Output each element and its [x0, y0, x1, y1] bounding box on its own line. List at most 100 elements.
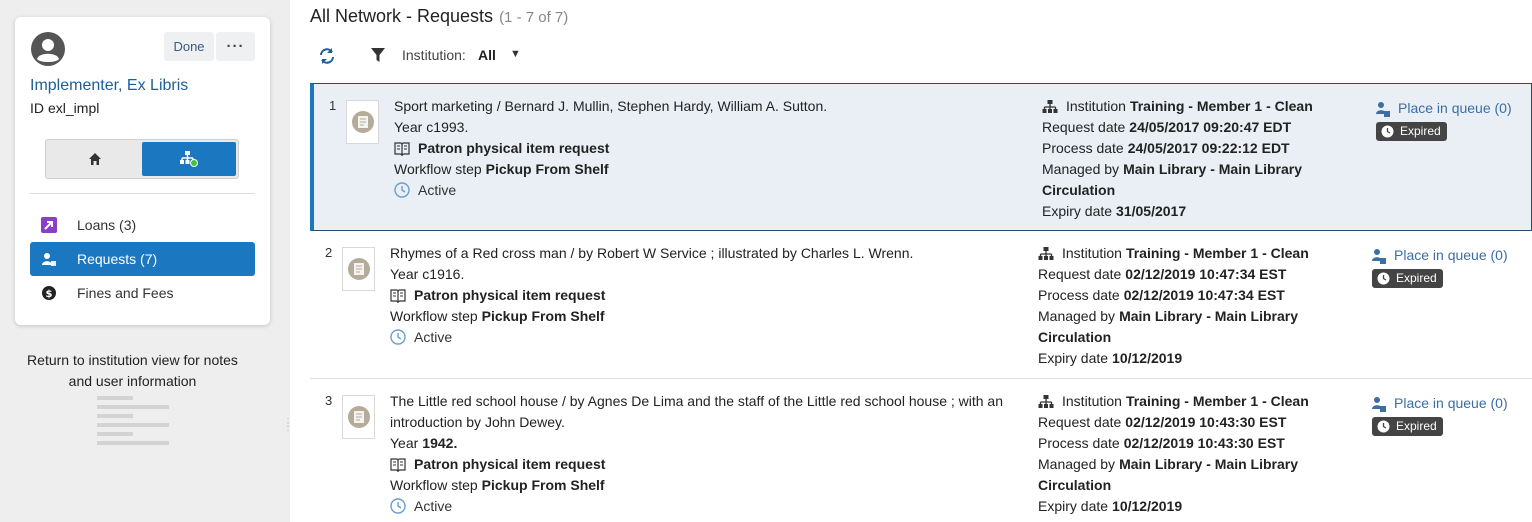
request-details: The Little red school house / by Agnes D… — [390, 391, 1030, 517]
nav-loans[interactable]: Loans (3) — [30, 208, 255, 242]
place-in-queue-link[interactable]: Place in queue (0) — [1372, 393, 1532, 414]
queue-person-icon — [1376, 101, 1390, 117]
chevron-down-icon[interactable]: ▼ — [510, 48, 521, 60]
main-content: All Network - Requests (1 - 7 of 7) Insti… — [290, 0, 1532, 522]
user-id: ID exl_impl — [30, 100, 99, 116]
network-view-button[interactable] — [142, 142, 236, 176]
expired-clock-icon — [1377, 272, 1390, 285]
request-status: Active — [390, 496, 1030, 517]
request-meta: Institution Training - Member 1 - Clean R… — [1038, 391, 1328, 517]
view-toggle — [45, 139, 239, 179]
place-in-queue-link[interactable]: Place in queue (0) — [1376, 98, 1532, 119]
book-thumbnail-icon — [342, 395, 375, 439]
placeholder-lines-icon — [97, 396, 169, 446]
place-in-queue-link[interactable]: Place in queue (0) — [1372, 245, 1532, 266]
process-date: Process date 02/12/2019 10:47:34 EST — [1038, 287, 1285, 303]
process-date: Process date 02/12/2019 10:43:30 EST — [1038, 435, 1285, 451]
row-number: 1 — [329, 98, 337, 113]
request-title[interactable]: Sport marketing / Bernard J. Mullin, Ste… — [394, 96, 1034, 117]
book-icon — [390, 289, 406, 303]
expired-clock-icon — [1381, 125, 1394, 138]
table-row[interactable]: 1 Sport marketing / Bernard J. Mullin, S… — [310, 83, 1532, 231]
table-row[interactable]: 2 Rhymes of a Red cross man / by Robert … — [310, 231, 1532, 379]
network-hierarchy-icon — [1038, 395, 1054, 408]
row-number: 2 — [325, 245, 333, 260]
request-year: Year c1916. — [390, 266, 465, 282]
request-status: Active — [394, 180, 1034, 201]
result-count: (1 - 7 of 7) — [499, 9, 569, 26]
user-sidebar: Done ··· Implementer, Ex Libris ID exl_im… — [0, 0, 293, 522]
queue-person-icon — [1372, 248, 1386, 264]
done-button[interactable]: Done — [164, 32, 214, 61]
nav-requests-label: Requests (7) — [77, 251, 158, 267]
managed-by: Managed by Main Library - Main Library Ci… — [1038, 456, 1298, 493]
request-actions: Place in queue (0) Expired — [1372, 393, 1532, 439]
home-icon — [89, 153, 101, 165]
request-institution: Institution Training - Member 1 - Clean — [1038, 243, 1328, 264]
request-title[interactable]: The Little red school house / by Agnes D… — [390, 391, 1030, 433]
request-institution: Institution Training - Member 1 - Clean — [1042, 96, 1332, 117]
refresh-icon[interactable] — [318, 47, 336, 65]
requests-list: 1 Sport marketing / Bernard J. Mullin, S… — [310, 83, 1532, 522]
book-thumbnail-icon — [342, 247, 375, 291]
institution-view-button[interactable] — [48, 142, 142, 176]
request-details: Sport marketing / Bernard J. Mullin, Ste… — [394, 96, 1034, 201]
card-divider — [30, 193, 255, 194]
request-institution: Institution Training - Member 1 - Clean — [1038, 391, 1328, 412]
expired-clock-icon — [1377, 420, 1390, 433]
user-card: Done ··· Implementer, Ex Libris ID exl_im… — [15, 17, 270, 325]
network-hierarchy-icon — [180, 151, 198, 167]
request-date: Request date 02/12/2019 10:43:30 EST — [1038, 414, 1287, 430]
more-actions-button[interactable]: ··· — [216, 32, 255, 61]
user-id-value: exl_impl — [48, 100, 100, 116]
request-workflow: Workflow step Pickup From Shelf — [394, 161, 609, 177]
request-workflow: Workflow step Pickup From Shelf — [390, 477, 605, 493]
dollar-icon: $ — [40, 284, 58, 302]
row-number: 3 — [325, 393, 333, 408]
nav-fines[interactable]: $ Fines and Fees — [30, 276, 255, 310]
request-details: Rhymes of a Red cross man / by Robert W … — [390, 243, 1030, 348]
network-hierarchy-icon — [1038, 247, 1054, 260]
sidebar-note: Return to institution view for notes and… — [27, 352, 238, 389]
request-meta: Institution Training - Member 1 - Clean R… — [1042, 96, 1332, 222]
page-title: All Network - Requests (1 - 7 of 7) — [310, 6, 568, 27]
request-actions: Place in queue (0) Expired — [1376, 98, 1532, 144]
clock-icon — [390, 498, 406, 514]
expiry-date: Expiry date 10/12/2019 — [1038, 350, 1183, 366]
expiry-date: Expiry date 10/12/2019 — [1038, 498, 1183, 514]
request-workflow: Workflow step Pickup From Shelf — [390, 308, 605, 324]
request-title[interactable]: Rhymes of a Red cross man / by Robert W … — [390, 243, 1030, 264]
svg-text:$: $ — [46, 289, 53, 300]
request-year: Year c1993. — [394, 119, 469, 135]
book-thumbnail-icon — [346, 100, 379, 144]
managed-by: Managed by Main Library - Main Library Ci… — [1038, 308, 1298, 345]
table-row[interactable]: 3 The Little red school house / by Agnes… — [310, 379, 1532, 522]
request-status: Active — [390, 327, 1030, 348]
request-date: Request date 02/12/2019 10:47:34 EST — [1038, 266, 1287, 282]
network-hierarchy-icon — [1042, 100, 1058, 113]
institution-filter-value[interactable]: All — [478, 47, 496, 63]
request-actions: Place in queue (0) Expired — [1372, 245, 1532, 291]
request-type: Patron physical item request — [390, 454, 1030, 475]
institution-filter-label: Institution: — [402, 47, 466, 63]
book-icon — [390, 458, 406, 472]
status-badge: Expired — [1372, 269, 1443, 288]
resize-handle[interactable]: ⋮ ⋮ — [283, 418, 293, 454]
clock-icon — [394, 182, 410, 198]
status-badge: Expired — [1372, 417, 1443, 436]
request-type: Patron physical item request — [390, 285, 1030, 306]
filter-icon[interactable] — [370, 47, 386, 63]
nav-fines-label: Fines and Fees — [77, 285, 174, 301]
request-meta: Institution Training - Member 1 - Clean R… — [1038, 243, 1328, 369]
nav-loans-label: Loans (3) — [77, 217, 137, 233]
status-badge: Expired — [1376, 122, 1447, 141]
request-date: Request date 24/05/2017 09:20:47 EDT — [1042, 119, 1292, 135]
nav-requests[interactable]: Requests (7) — [30, 242, 255, 276]
request-year: Year 1942. — [390, 435, 458, 451]
book-icon — [394, 142, 410, 156]
user-name-link[interactable]: Implementer, Ex Libris — [30, 77, 188, 95]
user-id-label: ID — [30, 100, 44, 116]
user-avatar-icon — [31, 32, 65, 66]
managed-by: Managed by Main Library - Main Library Ci… — [1042, 161, 1302, 198]
requests-icon — [40, 250, 58, 268]
